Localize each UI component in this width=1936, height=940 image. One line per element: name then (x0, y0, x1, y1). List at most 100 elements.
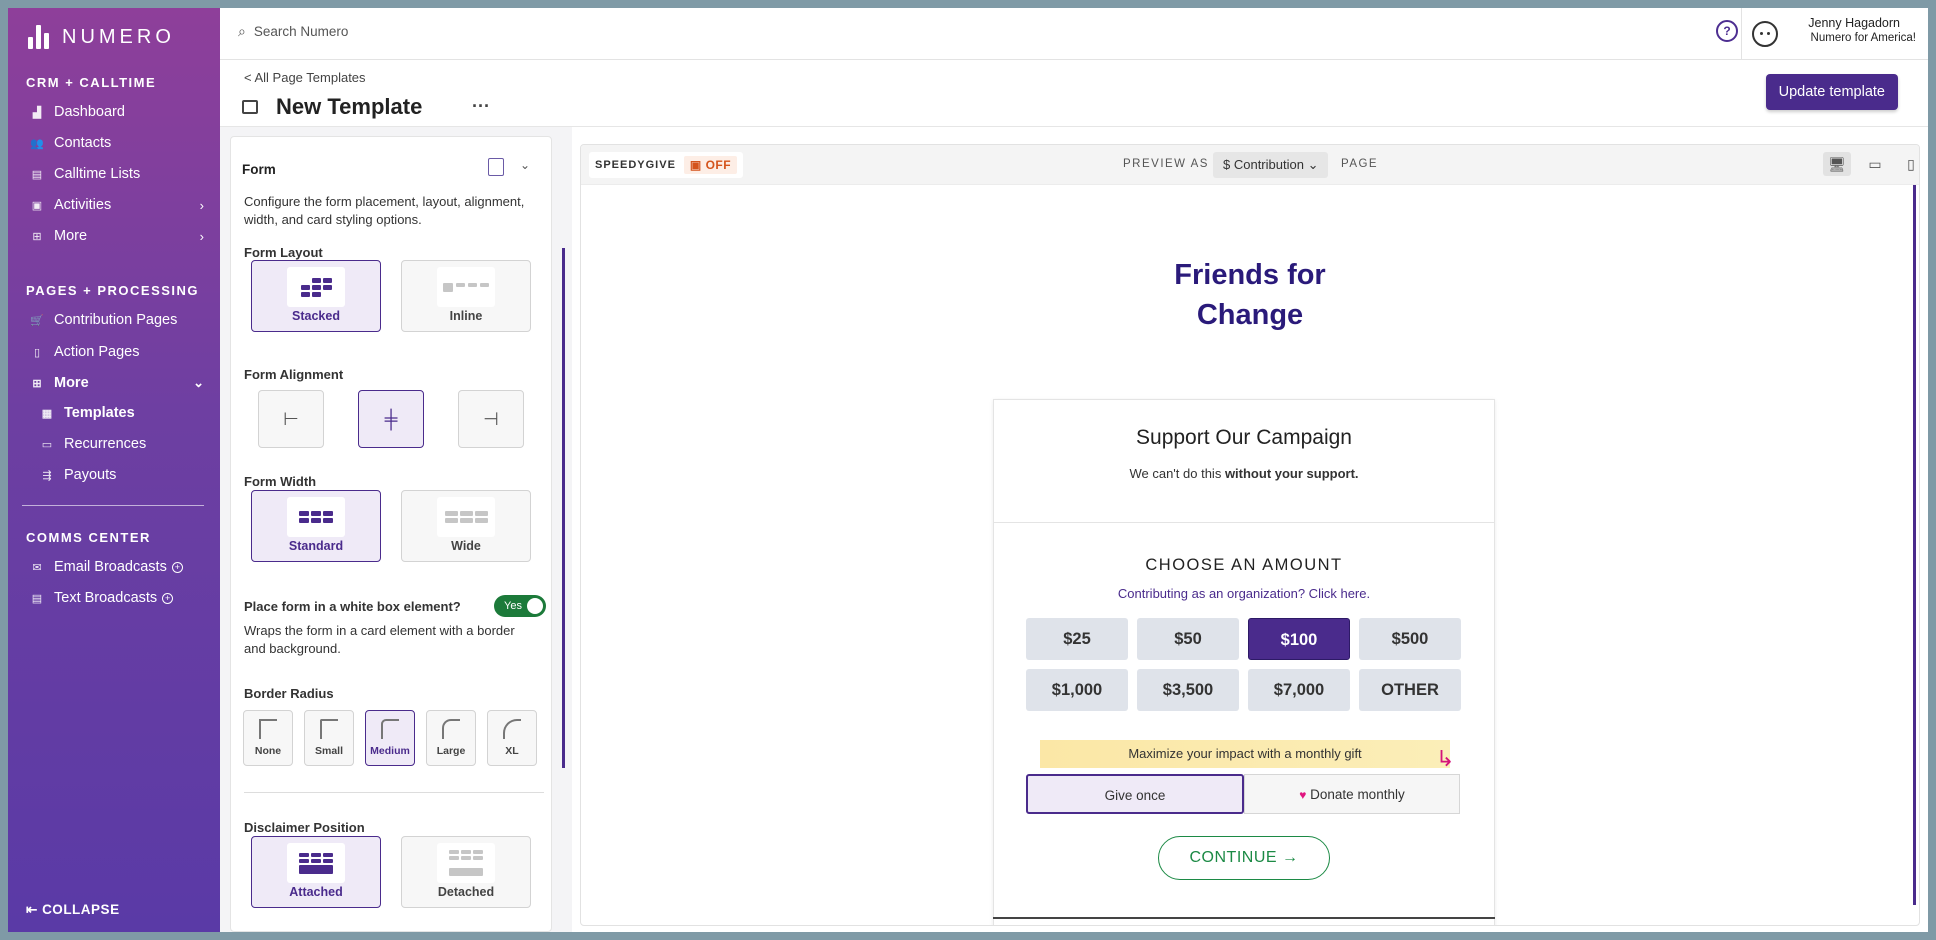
update-template-button[interactable]: Update template (1765, 74, 1898, 110)
organization-link[interactable]: Contributing as an organization? Click h… (994, 586, 1494, 601)
sidebar-item-contacts[interactable]: 👥 Contacts (22, 130, 212, 156)
sidebar: NUMERO CRM + CALLTIME ▟ Dashboard 👥 Contac… (8, 8, 220, 932)
donate-monthly-option[interactable]: ♥ Donate monthly (1244, 774, 1460, 814)
amount-button[interactable]: $500 (1359, 618, 1461, 660)
disclaimer-attached-option[interactable]: Attached (251, 836, 381, 908)
amount-button[interactable]: $1,000 (1026, 669, 1128, 711)
heart-icon: ♥ (1299, 788, 1307, 802)
panel-title: Form (242, 162, 276, 177)
add-circle-icon[interactable]: + (171, 561, 183, 573)
option-label: XL (505, 745, 519, 757)
amount-button[interactable]: $25 (1026, 618, 1128, 660)
align-left-option[interactable]: ⊢ (258, 390, 324, 448)
radius-xl-option[interactable]: XL (487, 710, 537, 766)
radius-small-option[interactable]: Small (304, 710, 354, 766)
sidebar-item-more-pages[interactable]: ⊞ More ⌄ (22, 370, 212, 396)
wide-width-icon (437, 497, 495, 537)
desktop-icon[interactable]: 🖥 (1823, 152, 1851, 176)
cart-icon: 🛒 (30, 314, 44, 327)
chevron-right-icon: › (199, 197, 204, 213)
sidebar-item-email-broadcasts[interactable]: ✉ Email Broadcasts + (22, 554, 212, 580)
radius-none-option[interactable]: None (243, 710, 293, 766)
app-window: NUMERO CRM + CALLTIME ▟ Dashboard 👥 Contac… (8, 8, 1928, 932)
sidebar-item-dashboard[interactable]: ▟ Dashboard (22, 99, 212, 125)
chevron-down-icon[interactable]: ⌄ (520, 158, 530, 172)
help-icon[interactable]: ? (1716, 20, 1738, 42)
organization-name-line-2: Change (1196, 299, 1304, 331)
organization-name: Friends for Change (581, 255, 1919, 335)
width-wide-option[interactable]: Wide (401, 490, 531, 562)
speedygive-status[interactable]: SPEEDYGIVE ▣ OFF (589, 152, 744, 178)
page-type-select[interactable]: $ Contribution ⌄ (1213, 152, 1329, 178)
radius-xl-icon (503, 719, 521, 739)
radius-medium-option[interactable]: Medium (365, 710, 415, 766)
arrow-right-icon: → (1282, 849, 1299, 866)
brand-logo[interactable]: NUMERO (28, 22, 175, 52)
align-center-option[interactable]: ╪ (358, 390, 424, 448)
mobile-icon[interactable]: ▯ (1897, 152, 1919, 176)
add-circle-icon[interactable]: + (162, 592, 174, 604)
sidebar-item-text-broadcasts[interactable]: ▤ Text Broadcasts + (22, 585, 212, 611)
panel-scrollbar[interactable] (562, 248, 565, 768)
collapse-button[interactable]: ⇤ COLLAPSE (26, 902, 120, 918)
white-box-toggle[interactable]: Yes (494, 595, 546, 617)
panel-divider (244, 792, 544, 793)
sidebar-item-label: Action Pages (54, 344, 140, 360)
sidebar-item-label: Email Broadcasts (54, 559, 167, 575)
section-title-pages: PAGES + PROCESSING (26, 283, 200, 298)
continue-button[interactable]: CONTINUE → (1158, 836, 1330, 880)
speedygive-label: SPEEDYGIVE (595, 159, 676, 171)
panel-description: Configure the form placement, layout, al… (244, 194, 525, 227)
width-standard-option[interactable]: Standard (251, 490, 381, 562)
sidebar-item-more-crm[interactable]: ⊞ More › (22, 223, 212, 249)
align-left-icon: ⊢ (283, 408, 299, 429)
disclaimer-position-label: Disclaimer Position (244, 820, 365, 835)
search-input[interactable]: Search Numero (254, 24, 349, 39)
sidebar-item-recurrences[interactable]: ▭ Recurrences (32, 431, 212, 457)
template-icon: ▦ (41, 407, 53, 420)
sidebar-item-calltime-lists[interactable]: ▤ Calltime Lists (22, 161, 212, 187)
tablet-icon[interactable]: ▭ (1861, 152, 1889, 176)
sidebar-item-label: Contacts (54, 135, 112, 151)
people-icon: 👥 (30, 137, 44, 150)
align-center-icon: ╪ (384, 408, 398, 429)
donate-monthly-label: Donate monthly (1310, 787, 1405, 802)
avatar[interactable] (1752, 21, 1778, 47)
payout-icon: ⇶ (42, 469, 52, 482)
detached-disclaimer-icon (437, 843, 495, 883)
amount-button[interactable]: $7,000 (1248, 669, 1350, 711)
amount-other-button[interactable]: OTHER (1359, 669, 1461, 711)
option-label: Standard (288, 539, 344, 553)
sidebar-item-contribution-pages[interactable]: 🛒 Contribution Pages (22, 307, 212, 333)
breadcrumb[interactable]: < All Page Templates (244, 70, 366, 85)
border-radius-label: Border Radius (244, 686, 334, 701)
plus-box-icon: ⊞ (32, 377, 42, 390)
layout-stacked-option[interactable]: Stacked (251, 260, 381, 332)
form-icon (488, 158, 504, 176)
more-options-icon[interactable]: ··· (472, 96, 490, 117)
amount-button[interactable]: $3,500 (1137, 669, 1239, 711)
sidebar-item-label: Dashboard (54, 104, 125, 120)
standard-width-icon (287, 497, 345, 537)
sidebar-item-action-pages[interactable]: ▯ Action Pages (22, 339, 212, 365)
sidebar-item-activities[interactable]: ▣ Activities › (22, 192, 212, 218)
option-label: Small (314, 745, 343, 757)
white-box-description: Wraps the form in a card element with a … (244, 623, 515, 656)
chevron-right-icon: › (199, 228, 204, 244)
chart-icon: ▟ (32, 106, 42, 119)
stacked-layout-icon (287, 267, 345, 307)
layout-inline-option[interactable]: Inline (401, 260, 531, 332)
radius-large-option[interactable]: Large (426, 710, 476, 766)
align-right-option[interactable]: ⊣ (458, 390, 524, 448)
amount-button[interactable]: $50 (1137, 618, 1239, 660)
form-alignment-label: Form Alignment (244, 367, 344, 382)
amount-button-selected[interactable]: $100 (1248, 618, 1350, 660)
give-once-option[interactable]: Give once (1026, 774, 1244, 814)
card-icon: ▭ (41, 438, 53, 451)
sidebar-item-payouts[interactable]: ⇶ Payouts (32, 462, 212, 488)
sidebar-item-templates[interactable]: ▦ Templates (32, 400, 212, 426)
user-name[interactable]: Jenny Hagadorn (1808, 16, 1900, 30)
disclaimer-detached-option[interactable]: Detached (401, 836, 531, 908)
speedygive-off-badge: ▣ OFF (683, 156, 738, 174)
search-bar[interactable]: ⌕ Search Numero (238, 23, 348, 40)
